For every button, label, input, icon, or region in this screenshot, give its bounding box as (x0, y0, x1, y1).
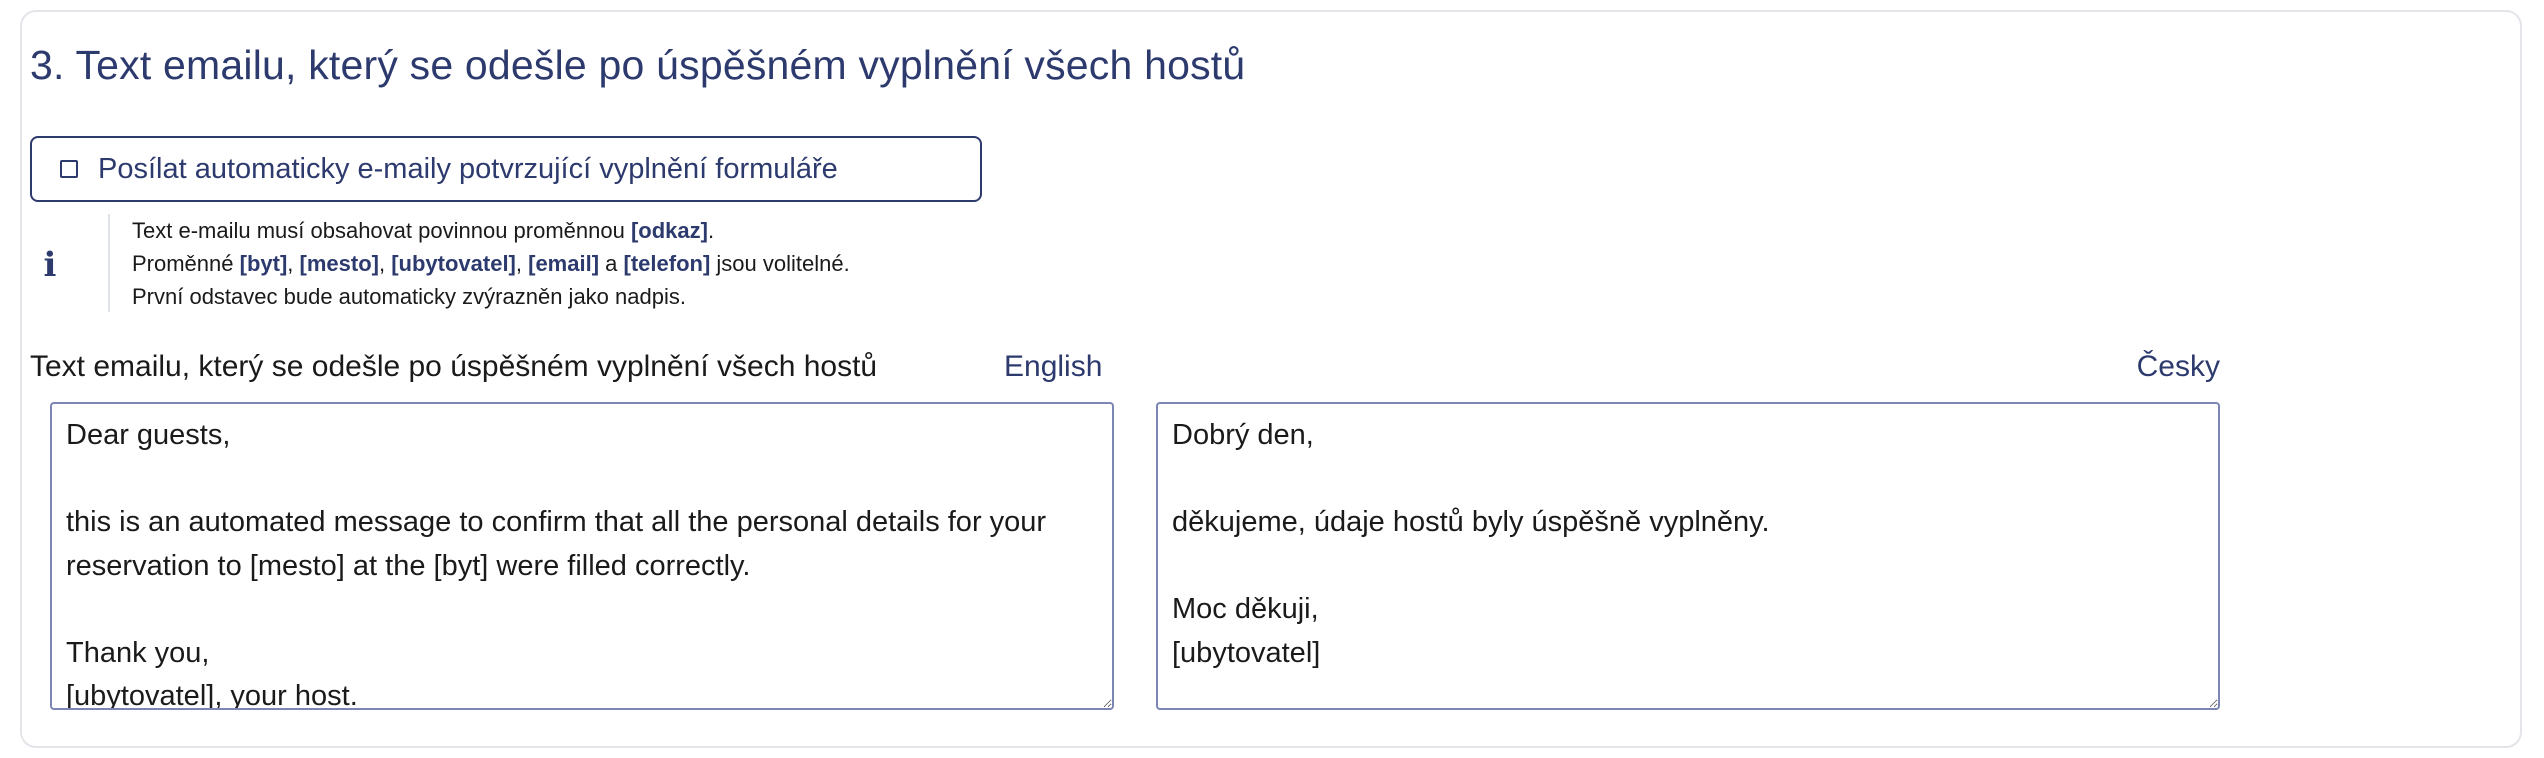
variable-odkaz: [odkaz] (630, 218, 708, 243)
info-icon: i (43, 245, 57, 285)
email-text-czech[interactable]: Dobrý den, děkujeme, údaje hostů byly ús… (1156, 402, 2220, 710)
variable-email: [email] (528, 251, 600, 276)
info-note: i Text e-mailu musí obsahovat povinnou p… (30, 214, 850, 312)
info-text: Text e-mailu musí obsahovat povinnou pro… (108, 214, 850, 312)
variable-ubytovatel: [ubytovatel] (391, 251, 516, 276)
auto-email-label[interactable]: Posílat automaticky e-maily potvrzující … (98, 153, 838, 186)
checkbox-icon[interactable] (60, 160, 78, 178)
info-text-segment: Text e-mailu musí obsahovat povinnou pro… (132, 218, 631, 243)
variable-telefon: [telefon] (623, 251, 711, 276)
lang-label-czech: Česky (2136, 350, 2220, 383)
email-text-label: Text emailu, který se odešle po úspěšném… (30, 350, 878, 383)
info-line-1: Text e-mailu musí obsahovat povinnou pro… (132, 214, 850, 247)
info-text-segment: , (378, 251, 392, 276)
info-line-2: Proměnné [byt], [mesto], [ubytovatel], [… (132, 247, 850, 280)
email-text-english[interactable]: Dear guests, this is an automated messag… (50, 402, 1114, 710)
variable-byt: [byt] (239, 251, 288, 276)
section-title: 3. Text emailu, který se odešle po úspěš… (30, 42, 1246, 88)
info-line-3: První odstavec bude automaticky zvýrazně… (132, 284, 686, 309)
variable-mesto: [mesto] (299, 251, 379, 276)
info-text-segment: jsou volitelné. (710, 251, 850, 276)
info-text-segment: , (515, 251, 529, 276)
lang-label-english: English (1004, 350, 1103, 383)
info-text-segment: . (707, 218, 715, 243)
auto-email-checkbox[interactable]: Posílat automaticky e-maily potvrzující … (30, 136, 982, 202)
info-text-segment: Proměnné (132, 251, 240, 276)
info-text-segment: a (599, 251, 624, 276)
info-text-segment: , (287, 251, 300, 276)
